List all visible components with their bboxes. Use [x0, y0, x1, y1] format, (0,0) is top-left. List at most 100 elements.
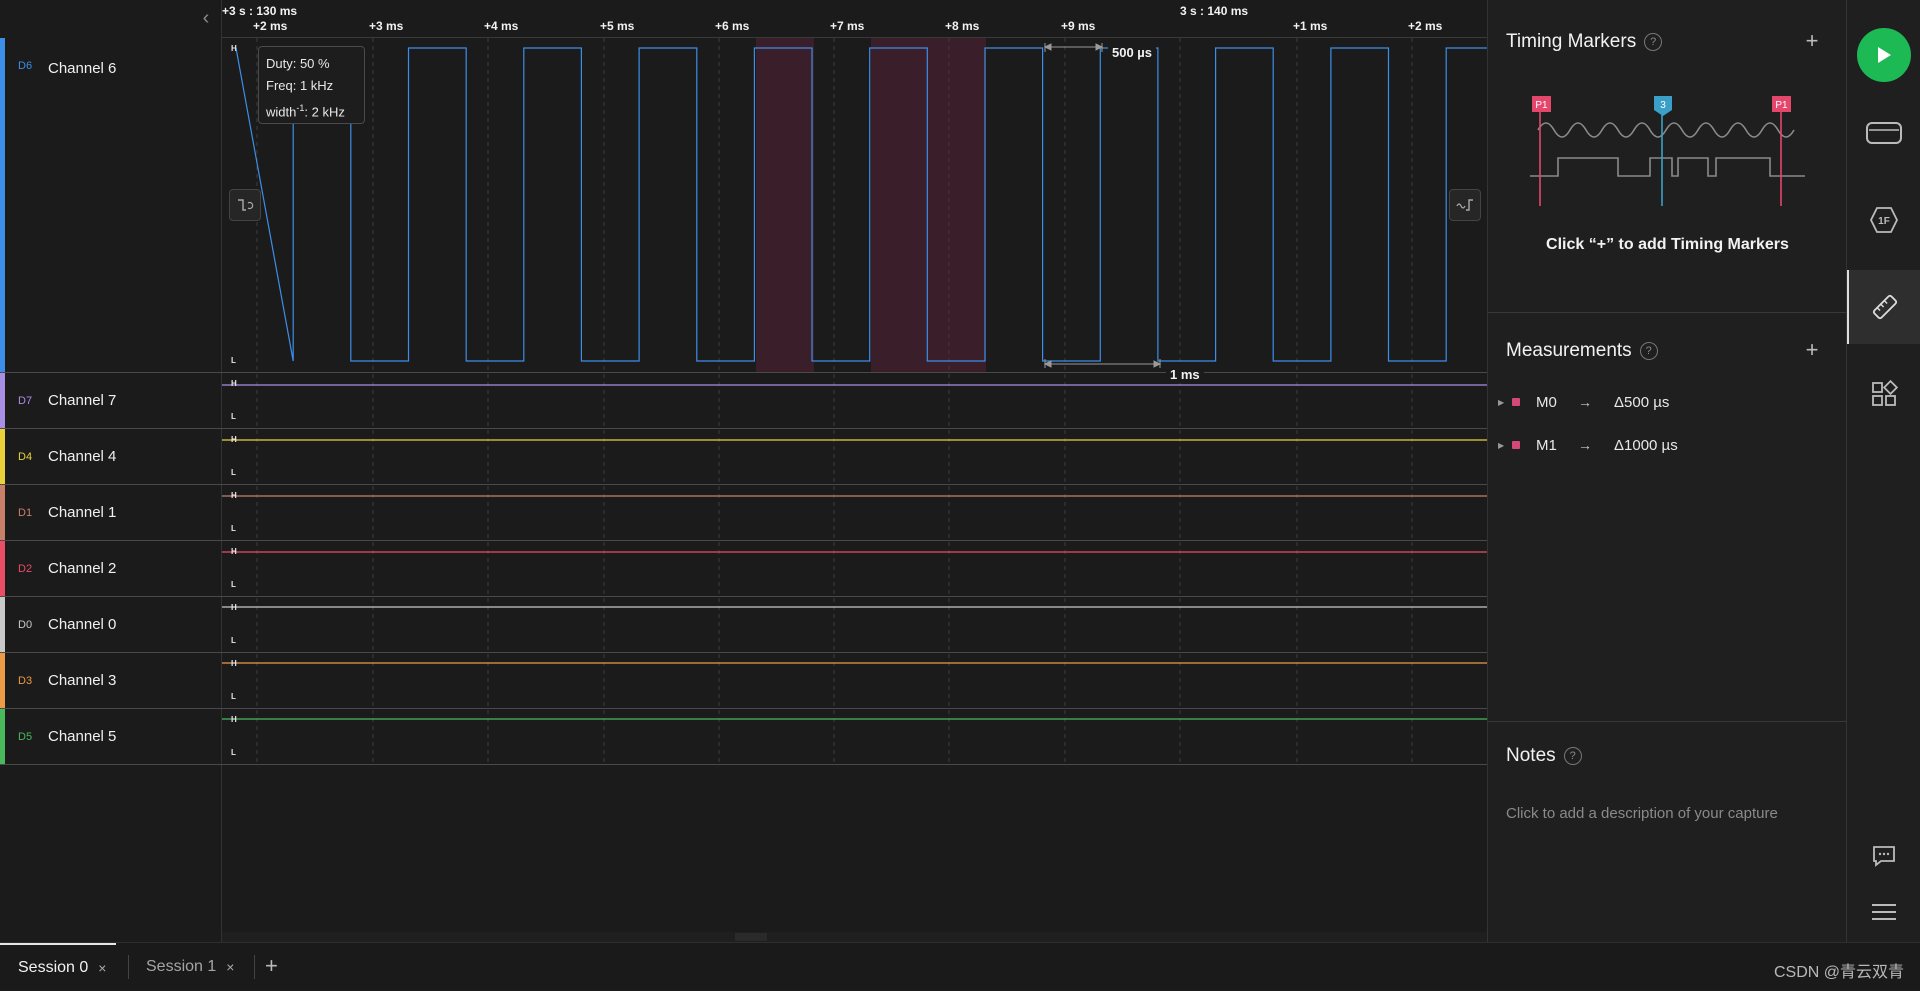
start-capture-button[interactable] [1847, 18, 1920, 92]
channel-name: Channel 7 [48, 392, 117, 409]
add-measurement-button[interactable]: + [1801, 339, 1823, 362]
tick-label: +2 ms [253, 19, 288, 33]
device-icon[interactable] [1847, 96, 1920, 170]
channel-row-1[interactable]: D1 Channel 1 H L [0, 485, 1487, 541]
measurement-name: M1 [1536, 436, 1557, 454]
channel-label[interactable]: D7 Channel 7 [18, 373, 218, 428]
channel-plot: H L [223, 429, 1487, 484]
high-level-mark: H [231, 491, 237, 500]
channel-label[interactable]: D6 Channel 6 [18, 38, 218, 372]
help-icon[interactable]: ? [1563, 747, 1582, 765]
close-icon[interactable]: × [98, 960, 106, 976]
channel-id: D4 [18, 450, 33, 463]
session-tab-bar: Session 0 × Session 1 × + CSDN @青云双青 [0, 942, 1920, 990]
ruler-icon[interactable] [1847, 270, 1920, 344]
channel-row-5[interactable]: D5 Channel 5 H L [0, 709, 1487, 765]
channel-row-3[interactable]: D3 Channel 3 H L [0, 653, 1487, 709]
marker-label-mid: 3 [1660, 100, 1666, 111]
channel-label[interactable]: D0 Channel 0 [18, 597, 218, 652]
channel-row-7[interactable]: D7 Channel 7 H L [0, 373, 1487, 429]
add-session-button[interactable]: + [265, 953, 278, 979]
channel-plot: H L [223, 38, 1487, 372]
channel-color-bar [0, 597, 5, 652]
low-level-mark: L [231, 412, 236, 421]
tick-label: +9 ms [1061, 19, 1096, 33]
channel-row-6[interactable]: D6 Channel 6 H L [0, 38, 1487, 373]
tick-label: +6 ms [715, 19, 750, 33]
channel-row-2[interactable]: D2 Channel 2 H L [0, 541, 1487, 597]
channel-name: Channel 5 [48, 728, 117, 745]
menu-icon[interactable] [1847, 882, 1920, 942]
tooltip-duty: Duty: 50 % [266, 56, 330, 71]
expand-icon[interactable]: ▶ [1498, 441, 1512, 450]
channel-color-bar [0, 653, 5, 708]
help-icon[interactable]: ? [1644, 33, 1663, 51]
time-ruler[interactable]: +3 s : 130 ms 3 s : 140 ms +2 ms +3 ms +… [222, 0, 1487, 38]
measurement-row[interactable]: ▶ M0 → Δ500 µs [1498, 390, 1828, 414]
side-panel: Timing Markers ? + P1 3 P1 Click “+” to … [1487, 0, 1847, 942]
falling-edge-icon[interactable] [229, 189, 261, 221]
channel-label[interactable]: D1 Channel 1 [18, 485, 218, 540]
expand-icon[interactable]: ▶ [1498, 398, 1512, 407]
measurement-color-swatch [1512, 441, 1520, 449]
tick-label: +1 ms [1293, 19, 1328, 33]
tick-label: +7 ms [830, 19, 865, 33]
notes-input[interactable]: Click to add a description of your captu… [1506, 805, 1778, 822]
measurement-value: Δ500 µs [1614, 393, 1670, 411]
channel-label[interactable]: D3 Channel 3 [18, 653, 218, 708]
channel-label[interactable]: D5 Channel 5 [18, 709, 218, 764]
icon-rail: 1F [1846, 0, 1920, 942]
marker-label-right: P1 [1775, 100, 1788, 111]
close-icon[interactable]: × [226, 959, 234, 975]
channel-color-bar [0, 541, 5, 596]
tick-label: +3 ms [369, 19, 404, 33]
svg-text:1F: 1F [1878, 216, 1890, 227]
measurement-label-1ms[interactable]: 1 ms [1166, 366, 1204, 383]
high-level-mark: H [231, 659, 237, 668]
notes-title: Notes [1506, 745, 1556, 766]
tab-session-0[interactable]: Session 0 × [0, 943, 117, 991]
channel-label[interactable]: D4 Channel 4 [18, 429, 218, 484]
rising-edge-icon[interactable] [1449, 189, 1481, 221]
timing-markers-hint: Click “+” to add Timing Markers [1546, 236, 1789, 253]
measurement-row[interactable]: ▶ M1 → Δ1000 µs [1498, 433, 1828, 457]
tick-label: +5 ms [600, 19, 635, 33]
channel-id: D5 [18, 730, 33, 743]
channel-label[interactable]: D2 Channel 2 [18, 541, 218, 596]
arrow-right-icon: → [1578, 394, 1592, 410]
help-icon[interactable]: ? [1639, 342, 1658, 360]
channel-name: Channel 4 [48, 448, 117, 465]
channel-color-bar [0, 373, 5, 428]
measurements-section: Measurements ? + ▶ M0 → Δ500 µs ▶ M1 → Δ… [1488, 313, 1847, 721]
timing-markers-section: Timing Markers ? + P1 3 P1 Click “+” to … [1488, 0, 1847, 312]
tab-session-1[interactable]: Session 1 × [128, 943, 244, 991]
add-timing-marker-button[interactable]: + [1801, 30, 1823, 53]
channel-row-0[interactable]: D0 Channel 0 H L [0, 597, 1487, 653]
channel-id: D1 [18, 506, 33, 519]
measurement-label-500us[interactable]: 500 µs [1108, 44, 1157, 61]
timing-markers-illustration: P1 3 P1 [1530, 96, 1805, 206]
tick-label: +8 ms [945, 19, 980, 33]
ruler-anchor-left: +3 s : 130 ms [222, 4, 298, 18]
channel-plot: H L [223, 485, 1487, 540]
chevron-left-icon[interactable]: ‹ [198, 8, 214, 30]
channel-name: Channel 1 [48, 504, 117, 521]
tick-label: +2 ms [1408, 19, 1443, 33]
channel-row-4[interactable]: D4 Channel 4 H L [0, 429, 1487, 485]
measurement-name: M0 [1536, 393, 1557, 411]
channel-id: D0 [18, 618, 33, 631]
scrollbar-thumb[interactable] [735, 933, 767, 941]
analyzer-1f-icon[interactable]: 1F [1847, 183, 1920, 257]
ruler-anchor-right: 3 s : 140 ms [1180, 4, 1249, 18]
high-level-mark: H [231, 715, 237, 724]
marker-label-left: P1 [1535, 100, 1548, 111]
chat-icon[interactable] [1847, 826, 1920, 886]
waveform-area[interactable]: ‹ +3 s : 130 ms 3 s : 140 ms +2 ms +3 ms… [0, 0, 1487, 942]
extensions-icon[interactable] [1847, 357, 1920, 431]
low-level-mark: L [231, 748, 236, 757]
low-level-mark: L [231, 580, 236, 589]
pulse-tooltip: Duty: 50 % Freq: 1 kHz width-1: 2 kHz [258, 46, 365, 124]
horizontal-scrollbar[interactable] [222, 932, 1487, 942]
high-level-mark: H [231, 379, 237, 388]
channel-plot: H L [223, 373, 1487, 428]
